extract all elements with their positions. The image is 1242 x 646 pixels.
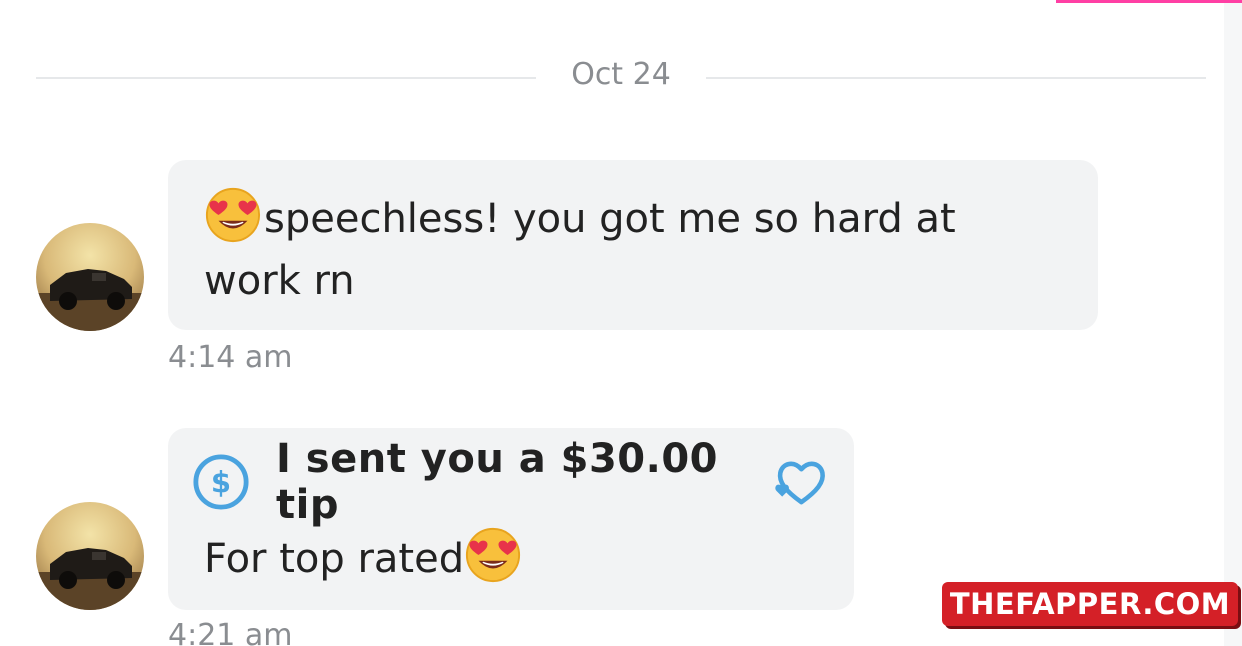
sender-avatar[interactable]: [36, 502, 144, 610]
message-text: For top rated: [192, 526, 830, 590]
heart-eyes-emoji-icon: [205, 187, 261, 243]
message-text: speechless! you got me so hard at work r…: [204, 186, 1062, 312]
message-text-content: For top rated: [204, 536, 465, 582]
avatar-photo: [36, 502, 144, 610]
divider-line-left: [36, 77, 536, 79]
message-timestamp: 4:21 am: [168, 618, 293, 646]
message-timestamp: 4:14 am: [168, 340, 293, 375]
date-label: Oct 24: [571, 57, 671, 92]
sender-avatar[interactable]: [36, 223, 144, 331]
tip-header: $ I sent you a $30.00 tip: [192, 436, 830, 528]
watermark-text: THEFAPPER.COM: [949, 587, 1231, 621]
top-accent-bar: [1056, 0, 1242, 3]
dollar-icon: $: [193, 454, 249, 510]
watermark-logo: THEFAPPER.COM: [942, 582, 1238, 626]
avatar-photo: [36, 223, 144, 331]
message-text-content: speechless! you got me so hard at work r…: [204, 196, 956, 304]
date-divider: Oct 24: [36, 55, 1206, 99]
divider-line-right: [706, 77, 1206, 79]
heart-icon: [775, 461, 826, 505]
heart-eyes-emoji-icon: [466, 527, 521, 583]
message-bubble[interactable]: speechless! you got me so hard at work r…: [168, 160, 1098, 330]
scrollbar-track[interactable]: [1224, 0, 1242, 646]
tip-message-bubble[interactable]: $ I sent you a $30.00 tip For top rated: [168, 428, 854, 610]
svg-text:$: $: [211, 466, 231, 500]
tip-label: I sent you a $30.00 tip: [276, 436, 718, 528]
